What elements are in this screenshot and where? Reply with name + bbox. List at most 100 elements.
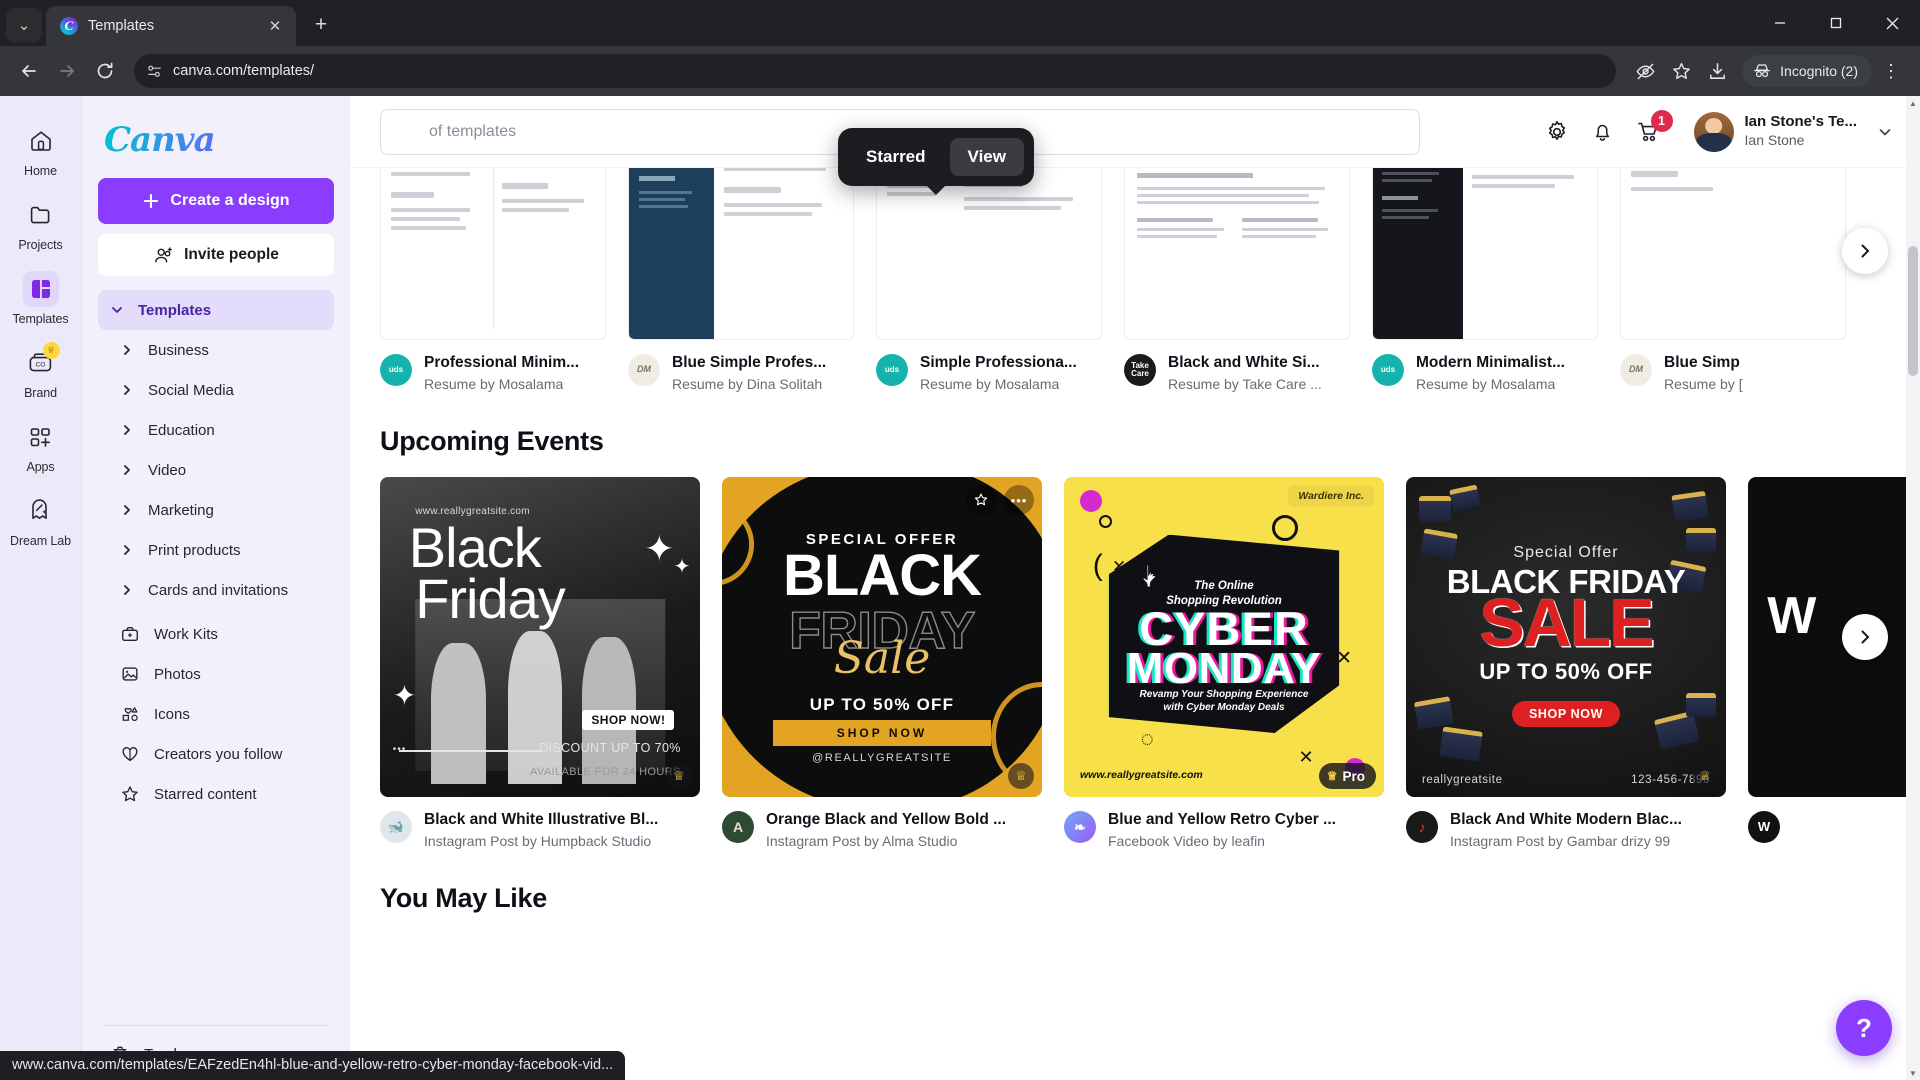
reload-button[interactable]: [88, 54, 122, 88]
template-card[interactable]: uds Professional Minim... Resume by Mosa…: [380, 168, 606, 392]
page-scrollbar[interactable]: ▲ ▼: [1906, 96, 1920, 1080]
browser-tab[interactable]: C Templates ✕: [46, 6, 296, 46]
template-thumbnail[interactable]: SPECIAL OFFER BLACK FRIDAY Sale UP TO 50…: [722, 477, 1042, 797]
sidebar-item-photos[interactable]: Photos: [108, 654, 334, 694]
sidebar-item-video[interactable]: Video: [108, 450, 334, 490]
template-card[interactable]: www.reallygreatsite.com Black Friday ✦ ✦…: [380, 477, 700, 849]
sidebar-item-print-products[interactable]: Print products: [108, 530, 334, 570]
rail-item-apps[interactable]: Apps: [4, 410, 78, 480]
browser-menu-button[interactable]: ⋮: [1874, 54, 1908, 88]
heart-folder-icon: [118, 744, 142, 764]
template-thumbnail[interactable]: [1124, 168, 1350, 340]
minimize-button[interactable]: [1752, 0, 1808, 46]
card-headline-1: Black: [408, 515, 542, 579]
gear-icon[interactable]: [1542, 117, 1572, 147]
template-thumbnail[interactable]: www.reallygreatsite.com Black Friday ✦ ✦…: [380, 477, 700, 797]
template-thumbnail[interactable]: [380, 168, 606, 340]
content-scroll-area[interactable]: uds Professional Minim... Resume by Mosa…: [350, 168, 1920, 1080]
creator-avatar: ♪: [1406, 811, 1438, 843]
template-thumbnail[interactable]: [876, 168, 1102, 340]
template-card[interactable]: uds Simple Professiona... Resume by Mosa…: [876, 168, 1102, 392]
rail-item-brand[interactable]: CO ♕ Brand: [4, 336, 78, 406]
app-topbar: of templates 1 Ian Stone's Te... Ian Sto…: [350, 96, 1920, 168]
sidebar-item-icons[interactable]: Icons: [108, 694, 334, 734]
scroll-up-arrow[interactable]: ▲: [1906, 96, 1920, 110]
template-card[interactable]: uds Modern Minimalist... Resume by Mosal…: [1372, 168, 1598, 392]
sidebar-item-cards-and-invitations[interactable]: Cards and invitations: [108, 570, 334, 610]
creator-avatar-text: uds: [1380, 364, 1396, 374]
shopping-cart-icon[interactable]: 1: [1634, 109, 1673, 147]
rail-item-home[interactable]: Home: [4, 114, 78, 184]
invite-people-button[interactable]: Invite people: [98, 234, 334, 276]
template-thumbnail[interactable]: Special Offer BLACK FRIDAY SALE UP TO 50…: [1406, 477, 1726, 797]
page-settings-icon[interactable]: [146, 63, 163, 80]
resume-preview-art: [1125, 168, 1349, 339]
account-names: Ian Stone's Te... Ian Stone: [1745, 113, 1857, 149]
maximize-button[interactable]: [1808, 0, 1864, 46]
tab-search-button[interactable]: ⌄: [6, 8, 42, 42]
sidebar-item-marketing[interactable]: Marketing: [108, 490, 334, 530]
template-title: Professional Minim...: [424, 354, 580, 371]
scrollbar-thumb[interactable]: [1908, 246, 1918, 376]
card-headline-2: MONDAY: [1126, 643, 1322, 693]
chevron-right-icon: [118, 583, 136, 597]
template-subtitle: Facebook Video by leafin: [1108, 833, 1265, 849]
sidebar-item-templates[interactable]: Templates: [98, 290, 334, 330]
scroll-down-arrow[interactable]: ▼: [1906, 1066, 1920, 1080]
template-card[interactable]: Take Care Black and White Si... Resume b…: [1124, 168, 1350, 392]
star-icon[interactable]: [966, 485, 996, 515]
account-menu[interactable]: Ian Stone's Te... Ian Stone: [1693, 111, 1894, 152]
search-placeholder-text: of templates: [429, 122, 517, 140]
creator-avatar-text: DM: [637, 364, 651, 375]
template-card[interactable]: SPECIAL OFFER BLACK FRIDAY Sale UP TO 50…: [722, 477, 1042, 849]
help-button[interactable]: ?: [1836, 1000, 1892, 1056]
template-subtitle: Resume by Mosalama: [424, 376, 564, 392]
template-card[interactable]: DM Blue Simple Profes... Resume by Dina …: [628, 168, 854, 392]
tooltip-item-view[interactable]: View: [949, 138, 1024, 176]
global-rail: Home Projects Templates CO ♕ Brand Apps …: [0, 96, 82, 1080]
template-card[interactable]: Special Offer BLACK FRIDAY SALE UP TO 50…: [1406, 477, 1726, 849]
hide-password-icon[interactable]: [1628, 54, 1662, 88]
address-bar[interactable]: canva.com/templates/: [134, 54, 1617, 88]
template-thumbnail[interactable]: [628, 168, 854, 340]
star-icon[interactable]: [1664, 54, 1698, 88]
incognito-profile-button[interactable]: Incognito (2): [1742, 55, 1872, 87]
sidebar-item-social-media[interactable]: Social Media: [108, 370, 334, 410]
bell-icon[interactable]: [1588, 117, 1618, 147]
rail-item-dream-lab[interactable]: Dream Lab: [4, 484, 78, 554]
back-button[interactable]: [12, 54, 46, 88]
sidebar-item-work-kits[interactable]: Work Kits: [108, 614, 334, 654]
chevron-down-icon[interactable]: [1876, 123, 1894, 141]
card-hover-tools[interactable]: •••: [966, 485, 1034, 515]
card-cta: SHOP NOW!: [582, 709, 675, 730]
events-row-next-button[interactable]: [1842, 614, 1888, 660]
creator-avatar: W: [1748, 811, 1780, 843]
template-thumbnail[interactable]: W: [1748, 477, 1920, 797]
create-a-design-button[interactable]: Create a design: [98, 178, 334, 224]
template-thumbnail[interactable]: [1372, 168, 1598, 340]
rail-item-templates[interactable]: Templates: [4, 262, 78, 332]
template-card[interactable]: W W: [1748, 477, 1920, 849]
sidebar-item-business[interactable]: Business: [108, 330, 334, 370]
window-close-button[interactable]: [1864, 0, 1920, 46]
card-headline-2: SALE: [1479, 585, 1654, 661]
sidebar-item-education[interactable]: Education: [108, 410, 334, 450]
sidebar-item-starred-content[interactable]: Starred content: [108, 774, 334, 814]
resume-row-next-button[interactable]: [1842, 228, 1888, 274]
template-card[interactable]: ✳ ( ✕ ✕ ◌ ✕: [1064, 477, 1384, 849]
rail-item-projects[interactable]: Projects: [4, 188, 78, 258]
close-icon[interactable]: ✕: [264, 15, 286, 37]
sidebar-item-creators-you-follow[interactable]: Creators you follow: [108, 734, 334, 774]
download-icon[interactable]: [1700, 54, 1734, 88]
template-card[interactable]: DM Blue Simp Resume by [: [1620, 168, 1846, 392]
tooltip-item-starred[interactable]: Starred: [848, 138, 944, 176]
forward-button[interactable]: [50, 54, 84, 88]
more-options-icon[interactable]: •••: [1004, 485, 1034, 515]
new-tab-button[interactable]: +: [304, 8, 338, 42]
template-thumbnail[interactable]: ✳ ( ✕ ✕ ◌ ✕: [1064, 477, 1384, 797]
sidebar-item-label: Cards and invitations: [148, 581, 289, 599]
template-thumbnail[interactable]: [1620, 168, 1846, 340]
section-title-upcoming-events: Upcoming Events: [380, 426, 604, 456]
sparkle-icon: ✦: [392, 679, 417, 711]
pro-crown-badge: ♕: [666, 763, 692, 789]
